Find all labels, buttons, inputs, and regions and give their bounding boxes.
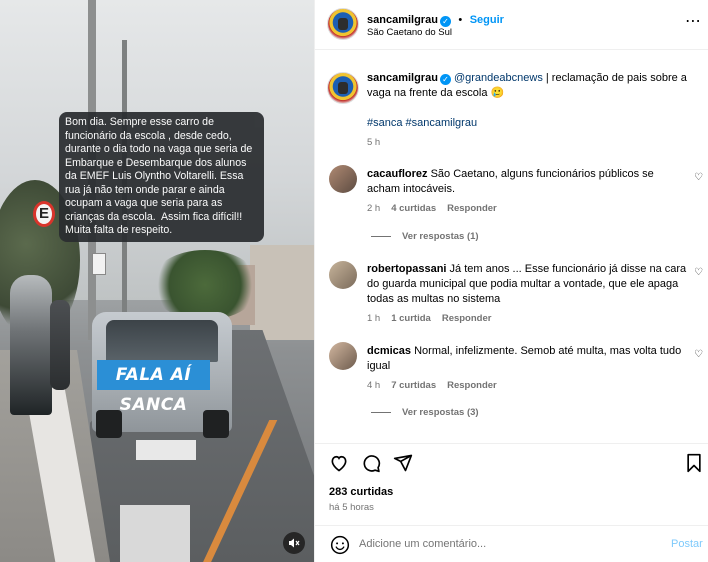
photo-tire — [203, 410, 229, 438]
dot-separator: • — [458, 14, 463, 26]
heart-icon[interactable] — [329, 453, 349, 473]
avatar[interactable] — [329, 342, 357, 370]
comment-item: dcmicas Normal, infelizmente. Semob até … — [367, 344, 689, 374]
comment-bubble-icon[interactable] — [361, 453, 381, 473]
photo-person — [50, 300, 70, 390]
verified-badge-icon: ✓ — [439, 16, 451, 27]
comment-time: 2 h — [367, 203, 381, 214]
view-replies-button[interactable]: Ver respostas (3) — [371, 407, 490, 418]
comment-username[interactable]: robertopassani — [367, 263, 446, 275]
mention-link[interactable]: @grandeabcnews — [454, 72, 543, 84]
comment-input-bar: Postar — [315, 525, 708, 562]
comment-like-heart-icon[interactable]: ♡ — [694, 350, 704, 360]
caption-time: 5 h — [367, 137, 381, 148]
comment-username[interactable]: dcmicas — [367, 345, 411, 357]
paper-plane-icon[interactable] — [393, 453, 413, 473]
street-sign — [92, 253, 106, 275]
comment-item: cacauflorez São Caetano, alguns funcioná… — [367, 167, 687, 197]
view-replies-label[interactable]: Ver respostas (1) — [402, 231, 479, 242]
divider-dash — [371, 411, 391, 413]
fala-ai-sanca-badge: FALA AÍ SANCA — [97, 360, 210, 415]
avatar[interactable] — [329, 261, 357, 289]
view-replies-label[interactable]: Ver respostas (3) — [402, 407, 479, 418]
comment-input[interactable] — [359, 535, 649, 553]
author-username[interactable]: sancamilgrau — [367, 14, 438, 26]
photo-tire — [96, 410, 122, 438]
verified-badge-icon: ✓ — [439, 74, 451, 85]
bookmark-icon[interactable] — [685, 453, 703, 473]
post-side-panel: sancamilgrau ✓ • Seguir São Caetano do Su… — [314, 0, 708, 562]
photo-road-marking — [120, 505, 190, 562]
avatar[interactable] — [327, 8, 359, 40]
comment-likes[interactable]: 4 curtidas — [391, 203, 436, 214]
comment-time: 4 h — [367, 380, 381, 391]
photo-road-marking — [136, 440, 196, 460]
comment-like-heart-icon[interactable]: ♡ — [694, 268, 704, 278]
comment-meta: 4 h 7 curtidas Responder — [367, 380, 508, 391]
ellipsis-icon[interactable]: ⋯ — [685, 14, 702, 30]
reply-button[interactable]: Responder — [442, 313, 492, 324]
comment-meta: 2 h 4 curtidas Responder — [367, 203, 508, 214]
story-overlay-text: Bom dia. Sempre esse carro de funcionári… — [59, 112, 264, 242]
photo-person — [10, 275, 52, 415]
post-location[interactable]: São Caetano do Sul — [367, 27, 452, 38]
photo-tree — [150, 250, 260, 320]
speaker-muted-icon[interactable] — [283, 532, 305, 554]
no-parking-sign: E — [33, 201, 55, 227]
hashtag-links[interactable]: #sanca #sancamilgrau — [367, 116, 477, 131]
photo-building — [250, 245, 314, 340]
post-comment-button[interactable]: Postar — [671, 538, 703, 550]
comment-username[interactable]: cacauflorez — [367, 168, 428, 180]
avatar[interactable] — [329, 165, 357, 193]
comment-meta: 1 h 1 curtida Responder — [367, 313, 502, 324]
post-header: sancamilgrau ✓ • Seguir São Caetano do Su… — [315, 0, 708, 50]
reply-button[interactable]: Responder — [447, 380, 497, 391]
caption-username[interactable]: sancamilgrau — [367, 72, 438, 84]
post-caption: sancamilgrau ✓ @grandeabcnews | reclamaçã… — [367, 71, 697, 101]
follow-button[interactable]: Seguir — [470, 14, 504, 26]
posted-time: há 5 horas — [329, 502, 374, 513]
comment-likes[interactable]: 1 curtida — [391, 313, 431, 324]
comment-like-heart-icon[interactable]: ♡ — [694, 173, 704, 183]
comment-item: robertopassani Já tem anos ... Esse func… — [367, 262, 689, 307]
likes-count[interactable]: 283 curtidas — [329, 486, 393, 498]
post-media[interactable]: E Bom dia. Sempre esse carro de funcioná… — [0, 0, 314, 562]
comment-time: 1 h — [367, 313, 381, 324]
photo-car-window — [106, 320, 218, 362]
view-replies-button[interactable]: Ver respostas (1) — [371, 231, 490, 242]
divider-dash — [371, 235, 391, 237]
comment-likes[interactable]: 7 curtidas — [391, 380, 436, 391]
avatar[interactable] — [327, 72, 359, 104]
smiley-icon[interactable] — [330, 535, 350, 555]
reply-button[interactable]: Responder — [447, 203, 497, 214]
comment-text: Normal, infelizmente. Semob até multa, m… — [367, 345, 682, 372]
